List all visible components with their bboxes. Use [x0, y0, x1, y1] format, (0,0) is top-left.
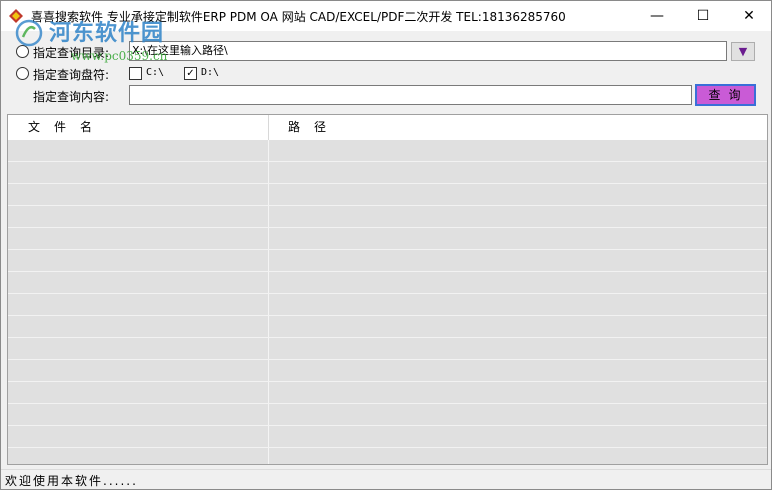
browse-dropdown-button[interactable]: ▼ — [731, 42, 755, 61]
cell-divider — [268, 426, 269, 447]
results-table[interactable]: 文件名 路径 — [7, 114, 768, 465]
table-row[interactable] — [8, 272, 767, 294]
drive-option-radio[interactable] — [16, 67, 29, 80]
cell-divider — [268, 228, 269, 249]
table-row[interactable] — [8, 294, 767, 316]
table-row[interactable] — [8, 404, 767, 426]
cell-divider — [268, 382, 269, 403]
cell-divider — [268, 294, 269, 315]
cell-divider — [268, 140, 269, 161]
table-row[interactable] — [8, 162, 767, 184]
content-label: 指定查询内容: — [33, 90, 110, 104]
drive-c-label: C:\ — [146, 67, 165, 78]
table-row[interactable] — [8, 382, 767, 404]
cell-divider — [268, 184, 269, 205]
cell-divider — [268, 316, 269, 337]
table-row[interactable] — [8, 426, 767, 448]
cell-divider — [268, 250, 269, 271]
cell-divider — [268, 448, 269, 464]
cell-divider — [268, 162, 269, 183]
table-row[interactable] — [8, 184, 767, 206]
table-row[interactable] — [8, 448, 767, 464]
watermark-logo-icon — [15, 19, 43, 47]
table-row[interactable] — [8, 250, 767, 272]
drive-option-label: 指定查询盘符: — [33, 68, 110, 82]
table-row[interactable] — [8, 140, 767, 162]
column-divider[interactable] — [268, 115, 269, 140]
column-header-path[interactable]: 路径 — [288, 115, 340, 140]
table-header: 文件名 路径 — [8, 115, 767, 141]
drive-c-checkbox[interactable] — [129, 67, 142, 80]
drive-d-label: D:\ — [201, 67, 220, 78]
cell-divider — [268, 360, 269, 381]
drive-d-checkbox[interactable]: ✓ — [184, 67, 197, 80]
triangle-down-icon: ▼ — [738, 45, 748, 58]
table-row[interactable] — [8, 206, 767, 228]
column-header-filename[interactable]: 文件名 — [28, 115, 106, 140]
minimize-button[interactable]: — — [634, 1, 680, 31]
search-button[interactable]: 查询 — [695, 84, 756, 106]
checkmark-icon: ✓ — [186, 68, 195, 79]
cell-divider — [268, 272, 269, 293]
table-row[interactable] — [8, 338, 767, 360]
directory-input[interactable]: X:\在这里输入路径\ — [129, 41, 727, 61]
status-bar: 欢迎使用本软件...... — [1, 469, 771, 489]
table-row[interactable] — [8, 316, 767, 338]
table-row[interactable] — [8, 228, 767, 250]
content-input[interactable] — [129, 85, 692, 105]
cell-divider — [268, 338, 269, 359]
status-text: 欢迎使用本软件...... — [5, 474, 138, 488]
watermark-url: www.pc0359.cn — [71, 49, 168, 63]
table-row[interactable] — [8, 360, 767, 382]
close-button[interactable]: ✕ — [726, 1, 771, 31]
cell-divider — [268, 206, 269, 227]
watermark-text: 河东软件园 — [49, 20, 165, 46]
cell-divider — [268, 404, 269, 425]
maximize-button[interactable]: ☐ — [680, 1, 726, 31]
table-body — [8, 140, 767, 464]
app-window: 喜喜搜索软件 专业承接定制软件ERP PDM OA 网站 CAD/EXCEL/P… — [0, 0, 772, 490]
